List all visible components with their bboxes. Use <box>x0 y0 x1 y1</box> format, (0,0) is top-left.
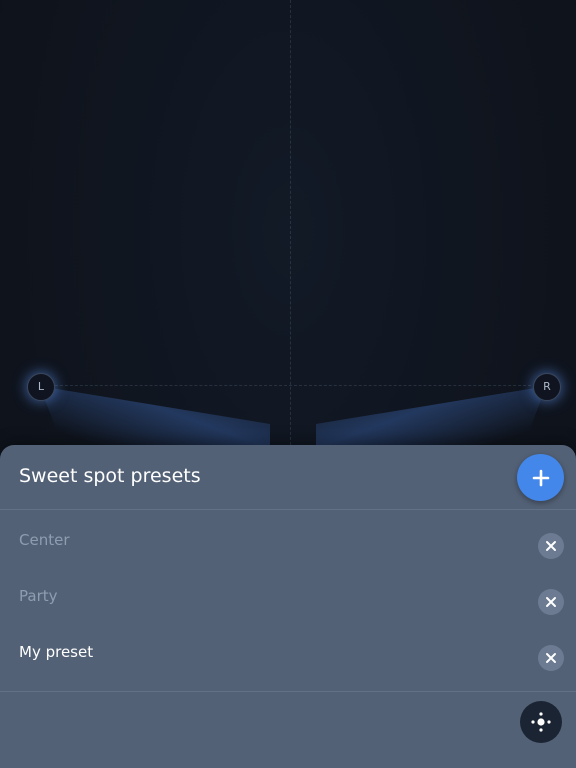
locate-icon <box>531 712 551 732</box>
right-speaker[interactable]: R <box>533 373 561 401</box>
preset-item-center[interactable]: Center <box>0 510 576 566</box>
close-icon <box>546 597 556 607</box>
close-icon <box>546 541 556 551</box>
sheet-title: Sweet spot presets <box>19 465 201 487</box>
room-view[interactable]: L R <box>0 0 576 460</box>
preset-label: Party <box>19 587 58 605</box>
add-preset-button[interactable] <box>517 454 564 501</box>
preset-item-my-preset[interactable]: My preset <box>0 622 576 678</box>
delete-preset-button[interactable] <box>538 533 564 559</box>
screen: L R Sweet spot presets Center Party My p… <box>0 0 576 768</box>
delete-preset-button[interactable] <box>538 589 564 615</box>
preset-item-party[interactable]: Party <box>0 566 576 622</box>
preset-label: My preset <box>19 643 94 661</box>
left-speaker[interactable]: L <box>27 373 55 401</box>
delete-preset-button[interactable] <box>538 645 564 671</box>
plus-icon <box>532 469 549 486</box>
presets-sheet: Sweet spot presets Center Party My prese… <box>0 445 576 768</box>
preset-list: Center Party My preset <box>0 510 576 692</box>
preset-label: Center <box>19 531 70 549</box>
sheet-header: Sweet spot presets <box>0 445 576 510</box>
speaker-guide-line <box>40 385 546 386</box>
locate-button[interactable] <box>520 701 562 743</box>
close-icon <box>546 653 556 663</box>
center-guide-line <box>290 0 291 450</box>
